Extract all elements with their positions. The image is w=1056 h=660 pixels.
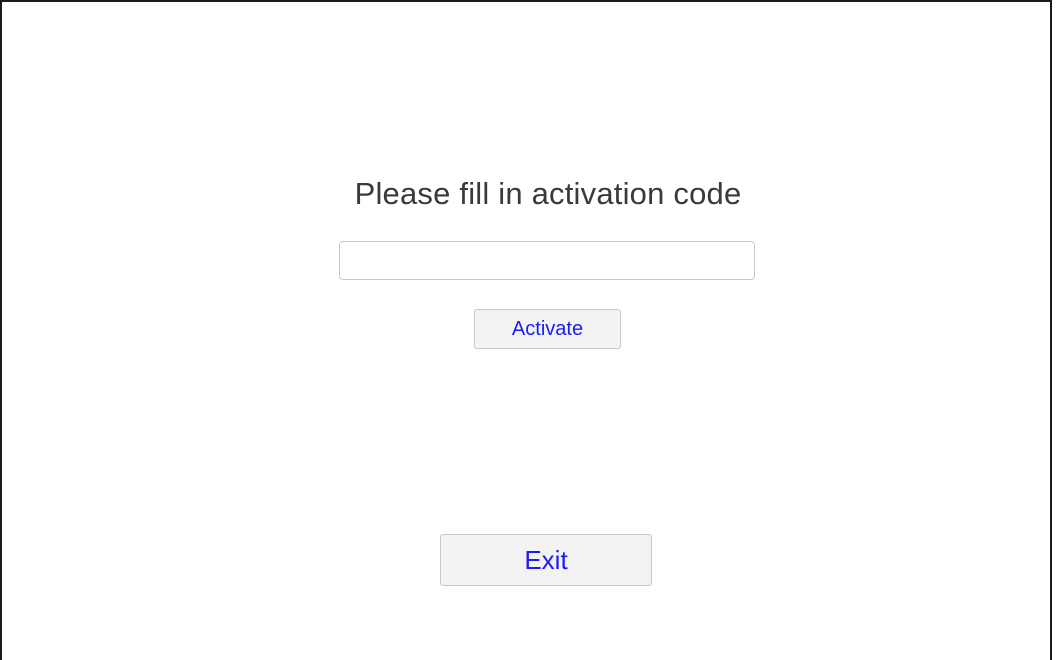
activate-button[interactable]: Activate: [474, 309, 621, 349]
activation-window: Please fill in activation code Activate …: [0, 0, 1052, 660]
activation-code-input[interactable]: [339, 241, 755, 280]
exit-button[interactable]: Exit: [440, 534, 652, 586]
activation-prompt-title: Please fill in activation code: [354, 176, 742, 211]
